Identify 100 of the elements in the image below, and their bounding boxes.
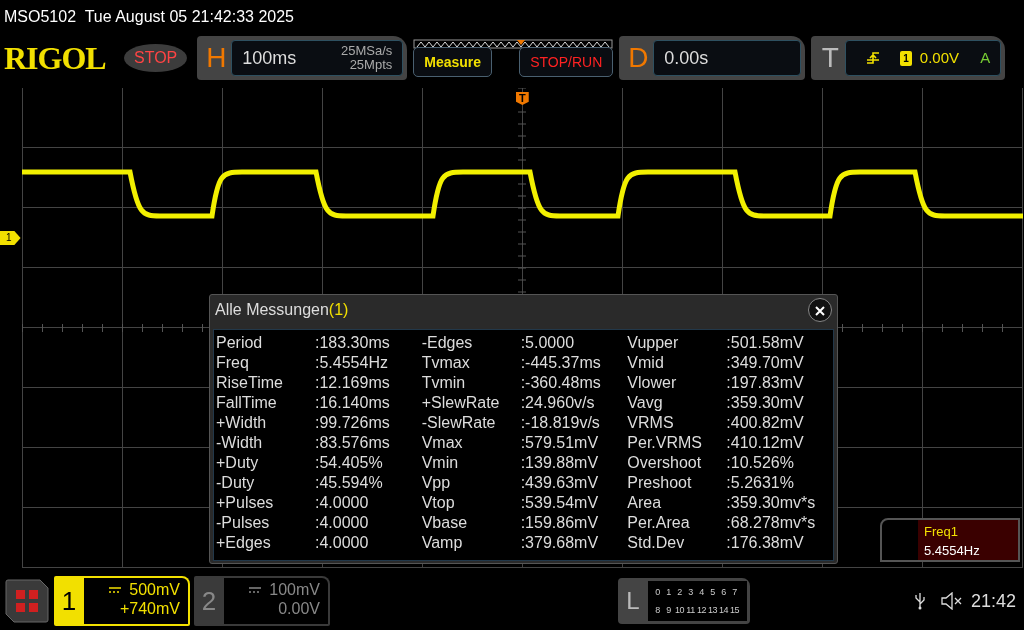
measurement-name: -Duty [216, 473, 256, 493]
rising-edge-icon [866, 51, 881, 65]
menu-icon[interactable] [4, 578, 50, 624]
channel-panel[interactable]: 1 500mV +740mV [54, 576, 190, 626]
delay-label: D [627, 41, 650, 75]
logic-bit: 8 [654, 604, 661, 617]
measure-button[interactable]: Measure [413, 47, 493, 77]
trigger-label: T [820, 41, 840, 75]
trigger-position-marker: T [516, 92, 529, 105]
measurement-value: :400.82mV [726, 413, 804, 433]
clock-text: 21:42 [970, 589, 1016, 613]
logic-bit: 12 [696, 604, 707, 617]
measurement-name: -Pulses [216, 513, 271, 533]
brand-logo: RIGOL [4, 39, 107, 78]
measurement-value: :4.0000 [315, 513, 369, 533]
memory-depth-text: 25Mpts [348, 58, 393, 72]
measurement-name: Vpp [421, 473, 452, 493]
logic-bit: 0 [654, 586, 661, 599]
measurement-value: :359.30mv*s [726, 493, 816, 513]
measurement-name: Vupper [627, 333, 680, 353]
measurement-name: +Pulses [216, 493, 275, 513]
channel-panel[interactable]: 2 100mV 0.00V [194, 576, 330, 626]
channel-scale: 500mV [129, 580, 180, 599]
measurement-name: Vavg [627, 393, 664, 413]
measurement-value: :45.594% [315, 473, 383, 493]
logic-bit: 11 [685, 604, 696, 617]
measurement-name: VRMS [627, 413, 675, 433]
measurement-name: Freq [216, 353, 250, 373]
measurement-value: :359.30mV [726, 393, 804, 413]
logic-bit: 3 [687, 586, 694, 599]
trigger-mode-text: A [980, 47, 991, 68]
horizontal-label: H [205, 41, 228, 75]
channel-scale: 100mV [269, 580, 320, 599]
measurement-name: Vbase [421, 513, 469, 533]
measurement-name: Period [216, 333, 264, 353]
measurement-name: Tvmin [421, 373, 467, 393]
measurement-value: :-445.37ms [520, 353, 601, 373]
measurement-value: :579.51mV [520, 433, 599, 453]
logic-bit: 7 [731, 586, 738, 599]
measurement-value: :439.63mV [520, 473, 599, 493]
logic-panel[interactable]: L 0 1 2 3 4 5 6 7 8 9 10 11 12 13 14 15 [618, 578, 750, 624]
close-icon [815, 305, 825, 316]
measurement-value: :197.83mV [726, 373, 804, 393]
measurement-value: :183.30ms [315, 333, 390, 353]
logic-bit: 13 [707, 604, 718, 617]
measurement-value: :10.526% [726, 453, 794, 473]
trigger-level-value: 0.00V [919, 47, 960, 68]
status-text: MSO5102 Tue August 05 21:42:33 2025 [4, 8, 294, 25]
measurement-value: :176.38mV [726, 533, 804, 553]
measurement-value: :4.0000 [315, 493, 369, 513]
measurement-name: Per.Area [627, 513, 691, 533]
logic-bit: 5 [709, 586, 716, 599]
stop-run-button[interactable]: STOP/RUN [519, 47, 614, 77]
dc-coupling-icon [109, 586, 122, 593]
measurement-count: (1) [328, 300, 349, 320]
trigger-panel[interactable]: T 1 0.00V A [811, 36, 1006, 80]
measurement-name: Vmid [627, 353, 665, 373]
measurement-value: :-360.48ms [520, 373, 601, 393]
measurement-name: Vlower [627, 373, 678, 393]
dialog-title: Alle Messungen [215, 300, 329, 320]
measurement-value: :-18.819v/s [520, 413, 600, 433]
measurement-value: :5.4554Hz [315, 353, 388, 373]
measurement-name: -Width [216, 433, 264, 453]
measurement-name: Area [627, 493, 663, 513]
measurement-name: +Duty [216, 453, 260, 473]
logic-bit: 4 [698, 586, 705, 599]
measurement-value: :410.12mV [726, 433, 804, 453]
frequency-label: Freq1 [924, 523, 959, 541]
logic-label: L [625, 586, 641, 616]
measurement-value: :4.0000 [315, 533, 369, 553]
channel-offset: 0.00V [277, 599, 320, 618]
measurement-value: :68.278mv*s [726, 513, 816, 533]
channel-number: 2 [200, 584, 218, 618]
frequency-value: 5.4554Hz [924, 542, 981, 560]
logic-bit: 2 [676, 586, 683, 599]
measurement-name: Std.Dev [627, 533, 686, 553]
logic-bit: 1 [665, 586, 672, 599]
trigger-source-badge: 1 [900, 50, 912, 66]
measurement-value: :159.86mV [520, 513, 599, 533]
measurement-name: Vamp [421, 533, 464, 553]
channel-offset: +740mV [118, 599, 180, 618]
measurement-name: +Edges [216, 533, 272, 553]
delay-panel[interactable]: D 0.00s [619, 36, 806, 80]
measurement-name: Vmax [421, 433, 464, 453]
channel-number: 1 [60, 584, 78, 618]
measurement-value: :54.405% [315, 453, 383, 473]
measurement-value: :539.54mV [520, 493, 599, 513]
measurement-value: :12.169ms [315, 373, 390, 393]
measurement-value: :16.140ms [315, 393, 390, 413]
sample-rate-text: 25MSa/s [340, 44, 393, 58]
measurement-value: :99.726ms [315, 413, 390, 433]
measurement-value: :501.58mV [726, 333, 804, 353]
close-button[interactable] [808, 298, 832, 322]
measurement-name: FallTime [216, 393, 278, 413]
measurement-value: :379.68mV [520, 533, 599, 553]
measurement-name: Overshoot [627, 453, 703, 473]
timebase-value: 100ms [242, 46, 297, 70]
horizontal-panel[interactable]: H 100ms 25MSa/s 25Mpts [197, 36, 408, 80]
measurement-name: RiseTime [216, 373, 284, 393]
measurement-name: Tvmax [421, 353, 471, 373]
